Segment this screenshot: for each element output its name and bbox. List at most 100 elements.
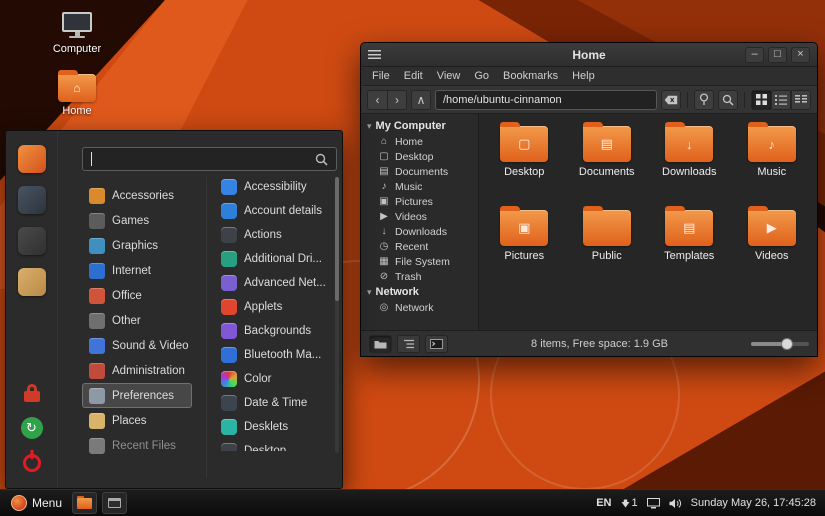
- volume-applet[interactable]: [669, 498, 682, 509]
- file-item[interactable]: ▢ Desktop: [484, 122, 564, 210]
- menu-scrollbar[interactable]: [335, 177, 339, 453]
- location-toggle-button[interactable]: [694, 89, 714, 110]
- titlebar[interactable]: Home – □ ×: [361, 43, 817, 67]
- category-item[interactable]: Other: [82, 308, 192, 333]
- sidebar-section-network[interactable]: ▾ Network: [361, 284, 478, 300]
- sidebar-item[interactable]: ▣ Pictures: [361, 194, 478, 209]
- taskbar-window-app[interactable]: [102, 492, 128, 514]
- taskbar-window-files[interactable]: [72, 492, 98, 514]
- icon-view-button[interactable]: [751, 89, 771, 110]
- application-item[interactable]: Bluetooth Ma...: [214, 343, 334, 367]
- favorite-app-button[interactable]: [17, 186, 46, 214]
- file-manager-body: ▾ My Computer ⌂ Home ▢ Desktop ▤ Documen…: [361, 114, 817, 330]
- file-item[interactable]: ♪ Music: [732, 122, 812, 210]
- show-treeview-button[interactable]: [397, 334, 420, 353]
- file-item[interactable]: ▤ Documents: [567, 122, 647, 210]
- show-terminal-button[interactable]: [425, 334, 448, 353]
- sidebar-item[interactable]: ♪ Music: [361, 179, 478, 194]
- favorite-app-button[interactable]: [17, 227, 46, 255]
- sidebar-item[interactable]: ⌂ Home: [361, 134, 478, 149]
- menu-favorites-column: ↻: [6, 131, 58, 488]
- category-icon: [89, 212, 105, 229]
- application-item[interactable]: Actions: [214, 223, 334, 247]
- application-item[interactable]: Account details: [214, 199, 334, 223]
- sidebar-item[interactable]: ↓ Downloads: [361, 224, 478, 239]
- menubar-item[interactable]: Go: [467, 70, 496, 82]
- application-icon: [221, 371, 237, 387]
- category-item[interactable]: Office: [82, 283, 192, 308]
- favorite-app-button[interactable]: [17, 268, 46, 296]
- desktop-icon-computer[interactable]: Computer: [40, 12, 114, 55]
- panel-menu-button[interactable]: Menu: [6, 490, 67, 516]
- file-item[interactable]: ▣ Pictures: [484, 206, 564, 294]
- category-item[interactable]: Preferences: [82, 383, 192, 408]
- treeview-icon: [403, 339, 414, 348]
- application-item[interactable]: Desktop: [214, 439, 334, 451]
- sidebar-item[interactable]: ▤ Documents: [361, 164, 478, 179]
- application-item[interactable]: Additional Dri...: [214, 247, 334, 271]
- minimize-button[interactable]: –: [745, 46, 764, 63]
- menubar-item[interactable]: File: [365, 70, 397, 82]
- menubar-item[interactable]: View: [430, 70, 468, 82]
- folder-emblem-icon: ▣: [518, 220, 531, 235]
- category-item[interactable]: Games: [82, 208, 192, 233]
- category-item[interactable]: Sound & Video: [82, 333, 192, 358]
- application-item[interactable]: Applets: [214, 295, 334, 319]
- application-label: Actions: [244, 229, 282, 241]
- show-places-button[interactable]: [369, 334, 392, 353]
- compact-view-button[interactable]: [791, 89, 811, 110]
- application-item[interactable]: Color: [214, 367, 334, 391]
- search-button[interactable]: [718, 89, 738, 110]
- sidebar-item[interactable]: ▶ Videos: [361, 209, 478, 224]
- close-button[interactable]: ×: [791, 46, 810, 63]
- file-item[interactable]: ▶ Videos: [732, 206, 812, 294]
- category-item[interactable]: Internet: [82, 258, 192, 283]
- sidebar-section-my-computer[interactable]: ▾ My Computer: [361, 118, 478, 134]
- forward-button[interactable]: ›: [387, 89, 407, 110]
- updates-applet[interactable]: 1: [621, 497, 638, 509]
- menubar-item[interactable]: Bookmarks: [496, 70, 565, 82]
- desktop-icon-home[interactable]: ⌂ Home: [40, 70, 114, 117]
- favorite-app-button[interactable]: [17, 145, 46, 173]
- application-item[interactable]: Date & Time: [214, 391, 334, 415]
- category-item[interactable]: Recent Files: [82, 433, 192, 458]
- application-item[interactable]: Backgrounds: [214, 319, 334, 343]
- zoom-slider-knob[interactable]: [780, 337, 793, 350]
- menubar-item[interactable]: Help: [565, 70, 602, 82]
- menu-search-input[interactable]: [82, 147, 337, 171]
- zoom-slider[interactable]: [751, 336, 809, 352]
- list-view-button[interactable]: [771, 89, 791, 110]
- clear-path-button[interactable]: [661, 89, 681, 110]
- file-item[interactable]: ↓ Downloads: [649, 122, 729, 210]
- sidebar-item[interactable]: ▢ Desktop: [361, 149, 478, 164]
- path-input[interactable]: [435, 89, 657, 110]
- sidebar-item[interactable]: ▦ File System: [361, 254, 478, 269]
- category-item[interactable]: Administration: [82, 358, 192, 383]
- lock-icon: [23, 384, 40, 402]
- up-button[interactable]: ∧: [411, 89, 431, 110]
- application-item[interactable]: Desklets: [214, 415, 334, 439]
- hamburger-menu-icon[interactable]: [368, 50, 381, 59]
- category-icon: [89, 437, 105, 454]
- back-button[interactable]: ‹: [367, 89, 387, 110]
- application-item[interactable]: Advanced Net...: [214, 271, 334, 295]
- category-item[interactable]: Graphics: [82, 233, 192, 258]
- file-item[interactable]: ▤ Templates: [649, 206, 729, 294]
- sidebar-item[interactable]: ◎ Network: [361, 300, 478, 315]
- keyboard-layout-indicator[interactable]: EN: [596, 497, 611, 509]
- panel-clock[interactable]: Sunday May 26, 17:45:28: [691, 497, 816, 509]
- application-item[interactable]: Accessibility: [214, 175, 334, 199]
- sidebar-item[interactable]: ◷ Recent: [361, 239, 478, 254]
- display-applet[interactable]: [646, 497, 660, 509]
- menubar-item[interactable]: Edit: [397, 70, 430, 82]
- file-item[interactable]: Public: [567, 206, 647, 294]
- category-item[interactable]: Accessories: [82, 183, 192, 208]
- logout-button[interactable]: ↻: [19, 415, 45, 441]
- toolbar: ‹ › ∧: [361, 86, 817, 114]
- maximize-button[interactable]: □: [768, 46, 787, 63]
- shutdown-button[interactable]: [19, 450, 45, 476]
- sidebar-item[interactable]: ⊘ Trash: [361, 269, 478, 284]
- category-item[interactable]: Places: [82, 408, 192, 433]
- lock-screen-button[interactable]: [19, 380, 45, 406]
- category-icon: [89, 262, 105, 279]
